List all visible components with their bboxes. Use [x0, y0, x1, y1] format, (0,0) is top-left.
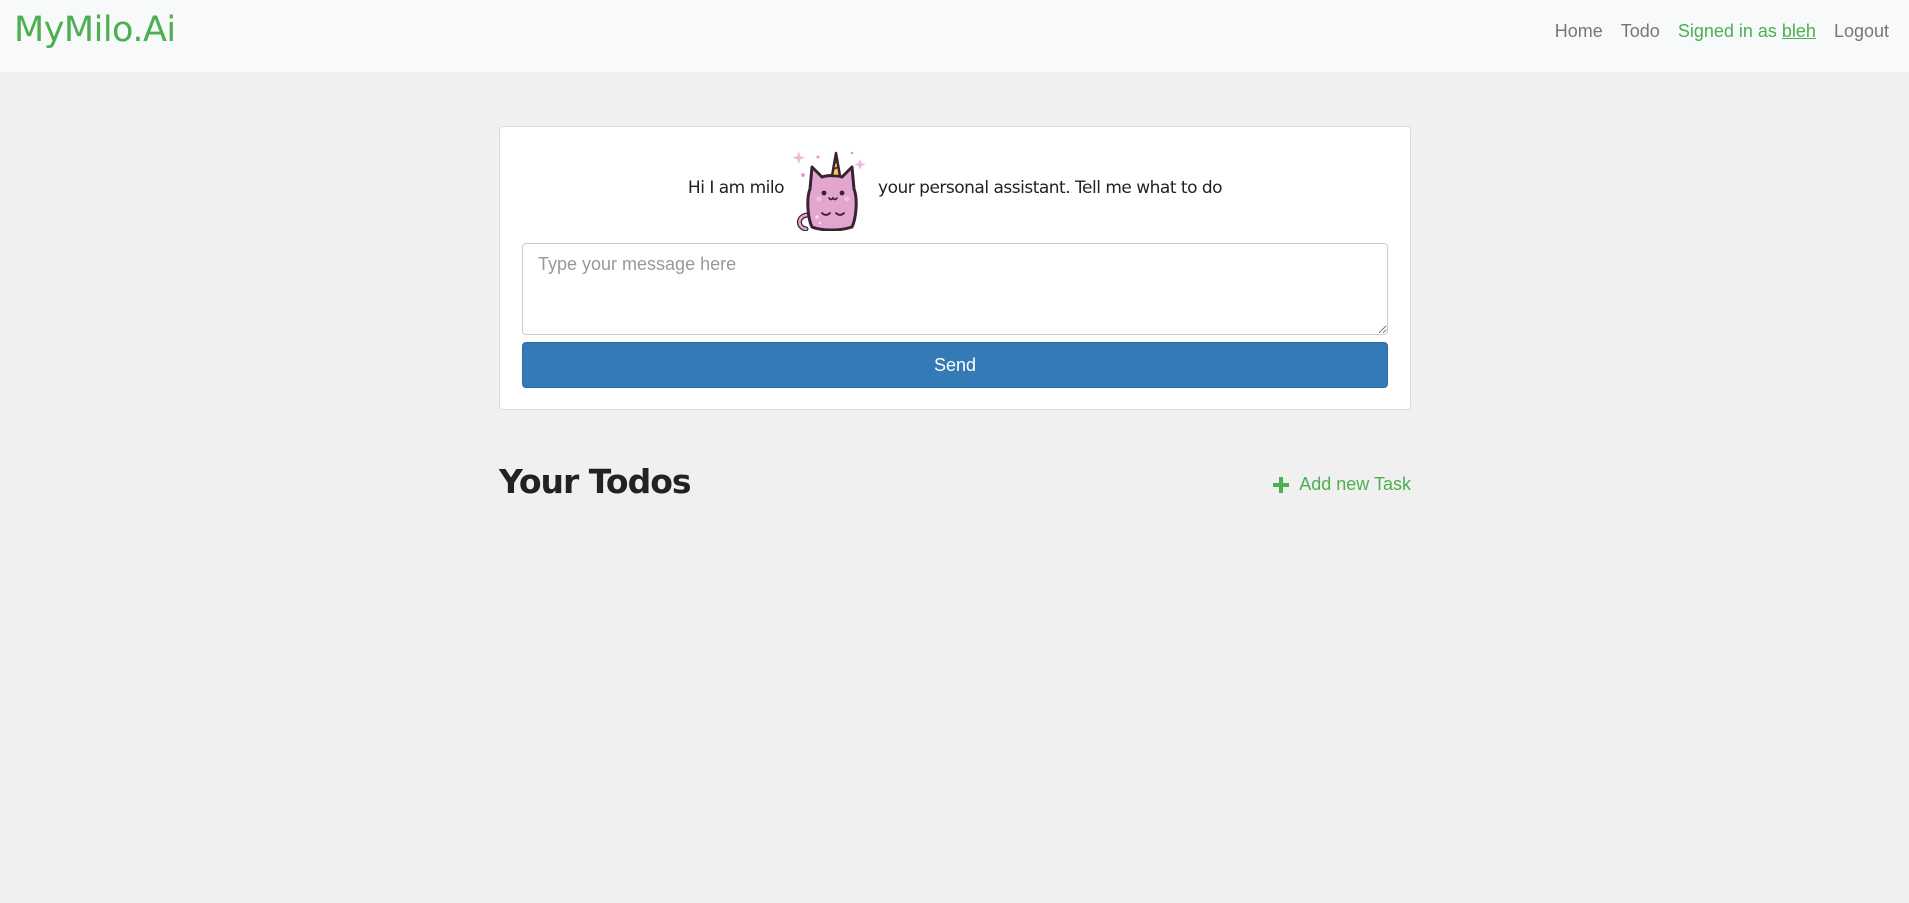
signed-in-status: Signed in as bleh — [1678, 21, 1816, 42]
top-navbar: MyMilo.Ai Home Todo Signed in as bleh Lo… — [0, 0, 1909, 73]
add-new-task-button[interactable]: Add new Task — [1273, 474, 1411, 495]
nav-links: Home Todo Signed in as bleh Logout — [1555, 21, 1889, 42]
todos-heading: Your Todos — [499, 462, 692, 501]
signed-in-label: Signed in as — [1677, 21, 1777, 41]
intro-text-before: Hi I am milo — [687, 178, 785, 198]
chat-card: Hi I am milo your personal assistant. Te… — [499, 126, 1411, 410]
message-input[interactable] — [522, 243, 1388, 335]
nav-logout-link[interactable]: Logout — [1834, 21, 1889, 42]
nav-todo-link[interactable]: Todo — [1621, 21, 1660, 42]
brand-logo[interactable]: MyMilo.Ai — [14, 10, 176, 50]
plus-icon — [1273, 476, 1290, 493]
send-button[interactable]: Send — [522, 342, 1388, 388]
assistant-intro: Hi I am milo your personal assistant. Te… — [500, 145, 1410, 231]
username-link[interactable]: bleh — [1782, 21, 1816, 41]
add-new-task-label: Add new Task — [1299, 474, 1411, 494]
unicorn-cat-icon — [792, 151, 866, 231]
nav-home-link[interactable]: Home — [1555, 21, 1603, 42]
intro-text-after: your personal assistant. Tell me what to… — [878, 178, 1223, 198]
